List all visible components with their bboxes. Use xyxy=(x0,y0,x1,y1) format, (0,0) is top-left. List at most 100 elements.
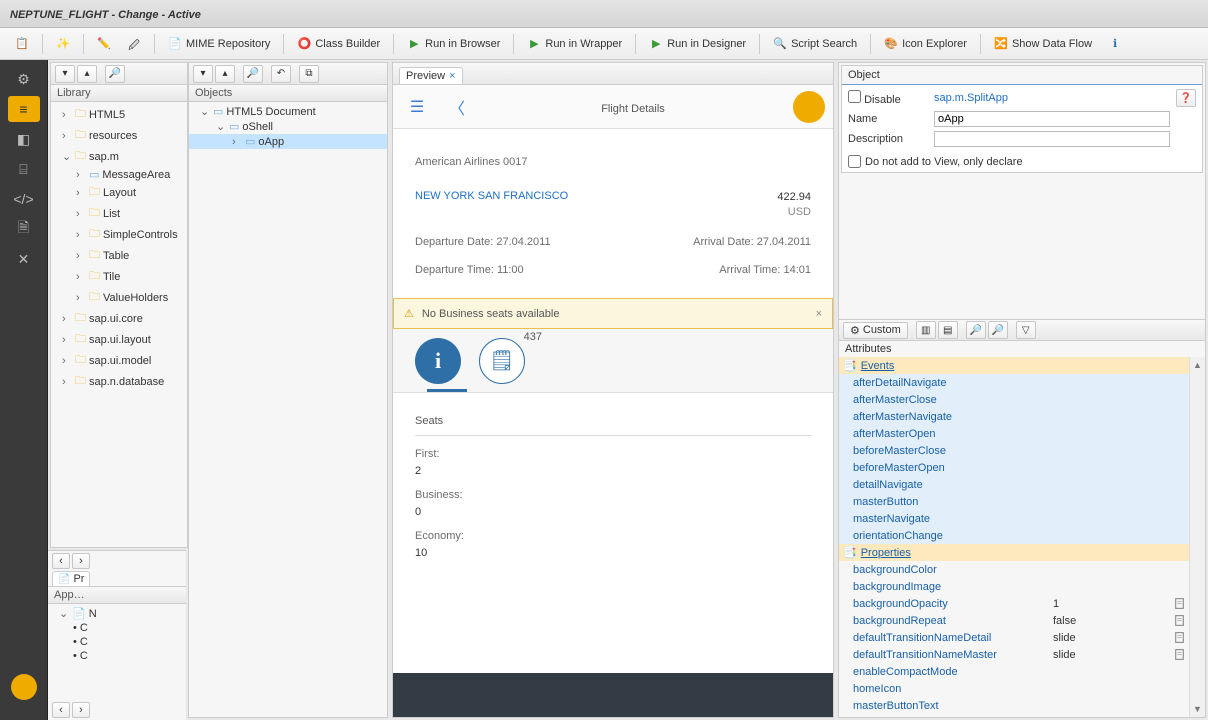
type-help-icon[interactable]: ❓ xyxy=(1176,89,1196,107)
rail-avatar-icon[interactable] xyxy=(11,674,37,700)
obj-expand-icon[interactable]: ▾ xyxy=(193,65,213,83)
info-tab[interactable]: i xyxy=(415,338,461,384)
scrollbar[interactable]: ▲ ▼ xyxy=(1189,357,1205,717)
attr-row[interactable]: backgroundOpacity1 xyxy=(839,595,1205,612)
tree-row[interactable]: ›🗀 List xyxy=(51,203,187,224)
tree-row[interactable]: ›▭ oApp xyxy=(189,134,387,149)
menu-icon[interactable]: ☰ xyxy=(401,91,433,123)
tree-row[interactable]: ›🗀 SimpleControls xyxy=(51,224,187,245)
declare-only-checkbox[interactable] xyxy=(848,155,861,168)
attr-expand-icon[interactable]: ▥ xyxy=(916,321,936,339)
tree-row[interactable]: ›🗀 sap.n.database xyxy=(51,371,187,392)
tree-row[interactable]: ›🗀 Table xyxy=(51,245,187,266)
rail-db-icon[interactable]: ⌸ xyxy=(8,156,40,182)
attr-row[interactable]: defaultTransitionNameDetailslide xyxy=(839,629,1205,646)
nav-fwd-icon[interactable]: › xyxy=(72,553,90,569)
attr-row[interactable]: enableCompactMode xyxy=(839,663,1205,680)
show-data-flow-button[interactable]: 🔀Show Data Flow xyxy=(987,33,1099,55)
attr-row[interactable]: afterMasterClose xyxy=(839,391,1205,408)
script-search-button[interactable]: 🔍Script Search xyxy=(766,33,864,55)
tree-row[interactable]: ›🗀 sap.ui.core xyxy=(51,308,187,329)
toolbar-btn-pencil2[interactable]: 🖉 xyxy=(120,33,148,55)
attr-row[interactable]: backgroundImage xyxy=(839,578,1205,595)
attr-row[interactable]: modeShowHideMode xyxy=(839,714,1205,717)
rail-gear-icon[interactable]: ⚙ xyxy=(8,66,40,92)
rail-shuffle-icon[interactable]: ✕ xyxy=(8,246,40,272)
icon-explorer-button[interactable]: 🎨Icon Explorer xyxy=(877,33,974,55)
tree-row[interactable]: ›🗀 HTML5 xyxy=(51,104,187,125)
rail-list-icon[interactable]: ≡ xyxy=(8,96,40,122)
nav-back2-icon[interactable]: ‹ xyxy=(52,702,70,718)
tree-row[interactable]: ⌄🗀 sap.m xyxy=(51,146,187,167)
obj-find-icon[interactable]: 🔎 xyxy=(243,65,263,83)
tree-row[interactable]: • C xyxy=(48,649,186,663)
info-button[interactable]: ℹ xyxy=(1101,33,1129,55)
mime-repository-button[interactable]: 📄MIME Repository xyxy=(161,33,277,55)
class-builder-button[interactable]: ⭕Class Builder xyxy=(290,33,387,55)
run-designer-button[interactable]: ▶Run in Designer xyxy=(642,33,753,55)
tree-row[interactable]: • C xyxy=(48,635,186,649)
attr-row[interactable]: detailNavigate xyxy=(839,476,1205,493)
notes-tab[interactable]: 🗒 437 xyxy=(479,338,525,384)
tree-row[interactable]: ›🗀 ValueHolders xyxy=(51,287,187,308)
back-icon[interactable]: 〈 xyxy=(441,91,473,123)
attr-row[interactable]: masterButton xyxy=(839,493,1205,510)
attr-row[interactable]: defaultTransitionNameMasterslide xyxy=(839,646,1205,663)
attr-row[interactable]: backgroundRepeatfalse xyxy=(839,612,1205,629)
nav-fwd2-icon[interactable]: › xyxy=(72,702,90,718)
objects-tree[interactable]: ⌄▭ HTML5 Document⌄▭ oShell›▭ oApp xyxy=(189,102,387,717)
custom-button[interactable]: ⚙ Custom xyxy=(843,322,908,339)
tree-row[interactable]: ⌄▭ HTML5 Document xyxy=(189,104,387,119)
attr-row[interactable]: beforeMasterOpen xyxy=(839,459,1205,476)
lower-tree[interactable]: ⌄📄 N• C• C• C xyxy=(48,604,186,700)
tree-row[interactable]: ⌄▭ oShell xyxy=(189,119,387,134)
description-field[interactable] xyxy=(934,131,1170,147)
attributes-list[interactable]: 📑 EventsafterDetailNavigateafterMasterCl… xyxy=(839,357,1205,717)
run-wrapper-button[interactable]: ▶Run in Wrapper xyxy=(520,33,629,55)
attr-row[interactable]: afterMasterOpen xyxy=(839,425,1205,442)
attr-collapse-icon[interactable]: ▤ xyxy=(938,321,958,339)
tree-row[interactable]: ›🗀 resources xyxy=(51,125,187,146)
attr-row[interactable]: afterDetailNavigate xyxy=(839,374,1205,391)
tree-row[interactable]: ›🗀 sap.ui.model xyxy=(51,350,187,371)
tree-row[interactable]: ›▭ MessageArea xyxy=(51,167,187,182)
obj-copy-icon[interactable]: ⧉ xyxy=(299,65,319,83)
attr-row[interactable]: homeIcon xyxy=(839,680,1205,697)
attr-row[interactable]: beforeMasterClose xyxy=(839,442,1205,459)
obj-undo-icon[interactable]: ↶ xyxy=(271,65,291,83)
attr-row[interactable]: orientationChange xyxy=(839,527,1205,544)
lower-tab[interactable]: 📄 Pr xyxy=(52,571,90,586)
lib-find-icon[interactable]: 🔎 xyxy=(105,65,125,83)
tree-row[interactable]: ›🗀 Tile xyxy=(51,266,187,287)
rail-doc-icon[interactable]: 🗎 xyxy=(8,216,40,242)
disable-checkbox[interactable] xyxy=(848,90,861,103)
tree-row[interactable]: • C xyxy=(48,621,186,635)
tree-row[interactable]: ⌄📄 N xyxy=(48,606,186,621)
object-type-link[interactable]: sap.m.SplitApp xyxy=(934,92,1170,104)
attr-row[interactable]: masterNavigate xyxy=(839,510,1205,527)
scroll-up-icon[interactable]: ▲ xyxy=(1190,357,1205,373)
tree-row[interactable]: ›🗀 sap.ui.layout xyxy=(51,329,187,350)
lib-expand-icon[interactable]: ▾ xyxy=(55,65,75,83)
nav-back-icon[interactable]: ‹ xyxy=(52,553,70,569)
dismiss-icon[interactable]: × xyxy=(816,308,822,320)
run-browser-button[interactable]: ▶Run in Browser xyxy=(400,33,507,55)
close-icon[interactable]: × xyxy=(449,70,455,82)
lib-collapse-icon[interactable]: ▴ xyxy=(77,65,97,83)
rail-code-icon[interactable]: </> xyxy=(8,186,40,212)
events-section[interactable]: 📑 Events xyxy=(839,357,1205,374)
toolbar-btn-clipboard[interactable]: 📋 xyxy=(8,33,36,55)
properties-section[interactable]: 📑 Properties xyxy=(839,544,1205,561)
attr-row[interactable]: masterButtonText xyxy=(839,697,1205,714)
rail-badge-icon[interactable]: ◧ xyxy=(8,126,40,152)
attr-filter-icon[interactable]: ▽ xyxy=(1016,321,1036,339)
library-tree[interactable]: ›🗀 HTML5›🗀 resources⌄🗀 sap.m›▭ MessageAr… xyxy=(51,102,187,547)
attr-find2-icon[interactable]: 🔎 xyxy=(988,321,1008,339)
toolbar-btn-pencil[interactable]: ✏️ xyxy=(90,33,118,55)
scroll-down-icon[interactable]: ▼ xyxy=(1190,701,1205,717)
attr-find-icon[interactable]: 🔎 xyxy=(966,321,986,339)
preview-tab[interactable]: Preview × xyxy=(399,67,463,84)
avatar[interactable] xyxy=(793,91,825,123)
tree-row[interactable]: ›🗀 Layout xyxy=(51,182,187,203)
toolbar-btn-wand[interactable]: ✨ xyxy=(49,33,77,55)
